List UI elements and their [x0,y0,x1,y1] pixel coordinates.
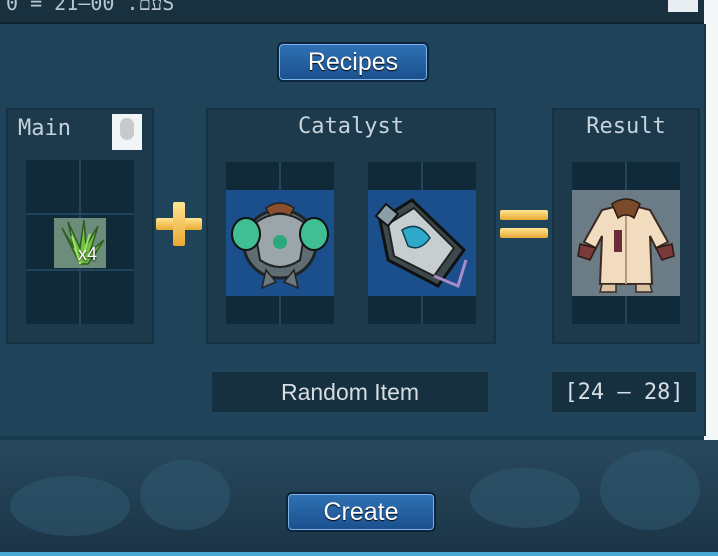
gauntlet-icon [374,198,468,289]
right-edge [704,0,718,470]
catalyst-item-1 [226,190,334,296]
catalyst-frame: Catalyst [206,108,496,344]
lock-icon [120,118,134,140]
random-item-label: Random Item [212,372,488,412]
top-panel: עם. 00–21 = 0S [0,0,706,24]
level-range: [24 – 28] [552,372,696,412]
create-button[interactable]: Create [286,492,436,532]
lock-toggle[interactable] [112,114,142,150]
recipes-label: Recipes [307,47,399,76]
top-square [668,0,698,12]
create-label: Create [323,497,399,526]
main-item-title: Main Item [18,116,71,141]
item-quantity: x4 [78,244,98,264]
top-text: עם. 00–21 = 0S [6,0,175,15]
catalyst-item-2 [368,190,476,296]
result-item [572,190,680,296]
main-item-frame: Main Item x4 [6,108,154,344]
catalyst-title: Catalyst [298,114,404,139]
armor-icon [231,202,329,290]
coat-icon [577,198,675,293]
result-title: Result [586,114,666,139]
recipes-button[interactable]: Recipes [277,42,429,82]
bottom-bar [0,552,718,556]
result-frame: Result [552,108,700,344]
